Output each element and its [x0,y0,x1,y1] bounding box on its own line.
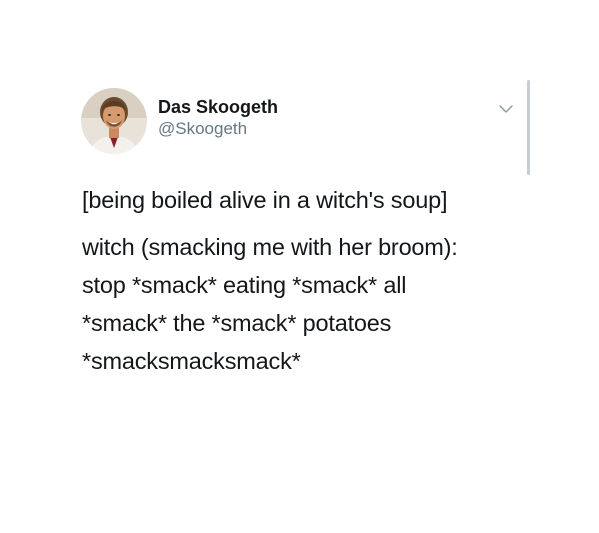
profile-photo [81,88,147,154]
tweet-line: stop *smack* eating *smack* all [82,272,407,298]
scrollbar[interactable] [527,80,530,175]
tweet-line: witch (smacking me with her broom): [82,234,458,260]
tweet-card: Das Skoogeth @Skoogeth [being boiled ali… [0,0,599,533]
tweet-text: [being boiled alive in a witch's soup] w… [82,181,512,380]
tweet-line: *smacksmacksmack* [82,348,301,374]
avatar[interactable] [81,88,147,154]
user-info: Das Skoogeth @Skoogeth [158,97,278,139]
user-handle[interactable]: @Skoogeth [158,119,278,139]
tweet-line: *smack* the *smack* potatoes [82,310,392,336]
display-name[interactable]: Das Skoogeth [158,97,278,117]
tweet-line: [being boiled alive in a witch's soup] [82,187,448,213]
chevron-down-icon[interactable] [497,102,515,116]
